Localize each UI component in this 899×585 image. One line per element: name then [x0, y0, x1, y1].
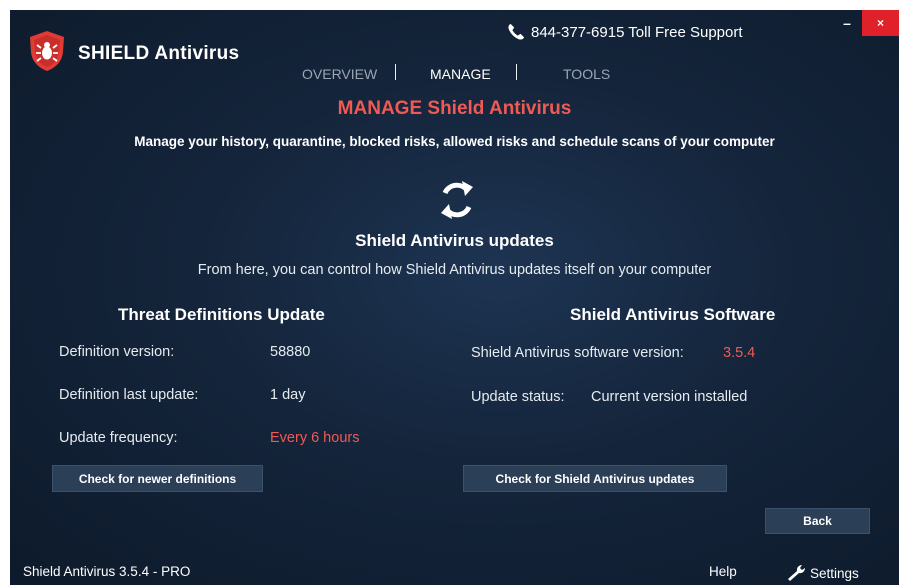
app-title: SHIELD Antivirus — [78, 43, 240, 64]
nav-separator — [516, 64, 517, 80]
update-status-label: Update status: — [471, 389, 565, 405]
nav-separator — [395, 64, 396, 80]
tab-manage[interactable]: MANAGE — [430, 66, 491, 82]
app-window: SHIELD Antivirus 844-377-6915 Toll Free … — [10, 10, 899, 585]
update-status-value: Current version installed — [591, 389, 748, 405]
help-link[interactable]: Help — [709, 564, 737, 579]
footer-version: Shield Antivirus 3.5.4 - PRO — [23, 564, 191, 579]
support-phone-text: 844-377-6915 Toll Free Support — [531, 23, 743, 41]
update-frequency-value: Every 6 hours — [270, 430, 360, 446]
check-software-updates-button[interactable]: Check for Shield Antivirus updates — [463, 465, 727, 492]
close-button[interactable]: × — [862, 10, 899, 36]
software-title: Shield Antivirus Software — [570, 305, 776, 324]
updates-description: From here, you can control how Shield An… — [197, 262, 712, 278]
software-version-label: Shield Antivirus software version: — [471, 345, 684, 361]
tab-tools[interactable]: TOOLS — [563, 66, 610, 82]
manage-description: Manage your history, quarantine, blocked… — [134, 134, 775, 149]
back-button[interactable]: Back — [765, 508, 870, 534]
support-phone: 844-377-6915 Toll Free Support — [507, 23, 743, 41]
threat-definitions-title: Threat Definitions Update — [118, 305, 325, 324]
updates-title: Shield Antivirus updates — [355, 231, 554, 250]
definition-last-update-label: Definition last update: — [59, 387, 199, 403]
shield-logo-icon — [30, 31, 64, 71]
settings-link[interactable]: Settings — [786, 564, 859, 582]
definition-version-label: Definition version: — [59, 344, 175, 360]
software-version-value: 3.5.4 — [723, 345, 756, 361]
minimize-button[interactable]: – — [832, 10, 862, 36]
check-definitions-button[interactable]: Check for newer definitions — [52, 465, 263, 492]
definition-version-value: 58880 — [270, 344, 311, 360]
definition-last-update-value: 1 day — [270, 387, 306, 403]
phone-icon — [508, 23, 525, 40]
refresh-icon — [441, 181, 473, 219]
update-frequency-label: Update frequency: — [59, 430, 178, 446]
settings-label: Settings — [810, 565, 859, 581]
manage-heading: MANAGE Shield Antivirus — [337, 98, 572, 119]
tab-overview[interactable]: OVERVIEW — [302, 66, 377, 82]
wrench-icon — [788, 564, 806, 581]
